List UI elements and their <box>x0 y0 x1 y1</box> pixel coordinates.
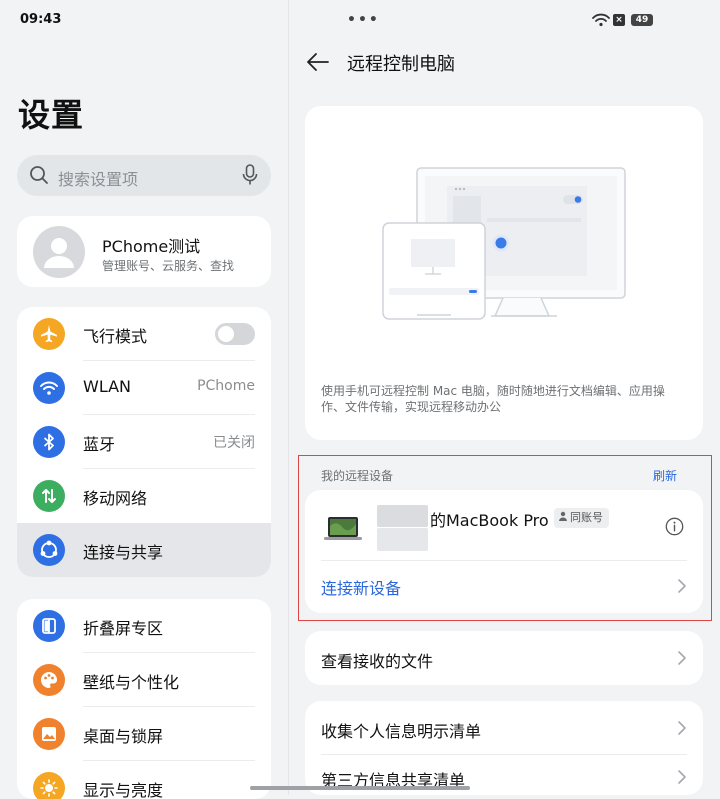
fold-icon <box>33 610 65 642</box>
mobile-network-label: 移动网络 <box>83 489 148 508</box>
bluetooth-label: 蓝牙 <box>83 435 116 454</box>
chevron-right-icon <box>677 720 687 740</box>
privacy-list-card: 收集个人信息明示清单 第三方信息共享清单 <box>305 701 703 795</box>
received-files-label: 查看接收的文件 <box>321 652 434 671</box>
back-arrow-icon <box>307 53 329 71</box>
section-label: 我的远程设备 <box>321 469 394 483</box>
fold-screen-label: 折叠屏专区 <box>83 619 164 638</box>
search-placeholder: 搜索设置项 <box>58 170 139 189</box>
wallpaper-label: 壁纸与个性化 <box>83 673 180 692</box>
search-input[interactable]: 搜索设置项 <box>17 155 271 196</box>
info-icon[interactable] <box>665 517 684 540</box>
sidebar-item-display-brightness[interactable]: 显示与亮度 <box>17 761 271 799</box>
home-indicator[interactable] <box>250 786 470 790</box>
detail-title: 远程控制电脑 <box>347 54 455 75</box>
received-files-row[interactable]: 查看接收的文件 <box>305 631 703 685</box>
bluetooth-icon <box>33 426 65 458</box>
redacted-name <box>377 505 428 527</box>
sidebar-item-mobile-network[interactable]: 移动网络 <box>17 469 271 523</box>
page-title: 设置 <box>18 96 85 134</box>
badge-label: 同账号 <box>570 511 603 524</box>
mobile-network-icon <box>33 480 65 512</box>
airplane-mode-toggle[interactable] <box>215 323 255 345</box>
sidebar-item-fold-screen[interactable]: 折叠屏专区 <box>17 599 271 653</box>
connection-sharing-label: 连接与共享 <box>83 543 164 562</box>
redacted-name <box>377 528 428 551</box>
airplane-mode-label: 飞行模式 <box>83 327 148 346</box>
person-icon <box>558 508 568 528</box>
wlan-value: PChome <box>197 378 255 394</box>
illustration-card: 使用手机可远程控制 Mac 电脑，随时随地进行文档编辑、应用操作、文件传输，实现… <box>305 106 703 440</box>
macbook-icon <box>323 516 363 546</box>
multiwindow-dots[interactable]: ••• <box>347 12 380 28</box>
wifi-status-icon <box>592 12 610 31</box>
refresh-link[interactable]: 刷新 <box>653 467 677 484</box>
wifi-icon <box>33 372 65 404</box>
battery-icon: 49 <box>631 14 653 26</box>
desktop-lockscreen-label: 桌面与锁屏 <box>83 727 164 746</box>
account-card[interactable]: PChome测试 管理账号、云服务、查找 <box>17 216 271 287</box>
device-name[interactable]: 的MacBook Pro <box>430 507 549 531</box>
sidebar-item-bluetooth[interactable]: 蓝牙 已关闭 <box>17 415 271 469</box>
search-icon <box>29 165 49 189</box>
feature-description: 使用手机可远程控制 Mac 电脑，随时随地进行文档编辑、应用操作、文件传输，实现… <box>321 384 665 414</box>
same-account-badge: 同账号 <box>554 508 609 528</box>
sidebar-item-wallpaper[interactable]: 壁纸与个性化 <box>17 653 271 707</box>
share-icon <box>33 534 65 566</box>
settings-group-display: 折叠屏专区 壁纸与个性化 桌面与锁屏 显示与亮度 <box>17 599 271 799</box>
display-brightness-label: 显示与亮度 <box>83 781 164 799</box>
settings-group-network: 飞行模式 WLAN PChome 蓝牙 已关闭 移动网络 连接与共享 <box>17 307 271 577</box>
sidebar-item-airplane-mode[interactable]: 飞行模式 <box>17 307 271 361</box>
device-card: 的MacBook Pro 同账号 连接新设备 <box>305 490 703 613</box>
airplane-icon <box>33 318 65 350</box>
bluetooth-value: 已关闭 <box>213 435 255 451</box>
sidebar-item-wlan[interactable]: WLAN PChome <box>17 361 271 415</box>
chevron-right-icon <box>677 769 687 789</box>
remote-control-illustration <box>382 167 626 320</box>
connect-new-device-button[interactable]: 连接新设备 <box>321 575 401 599</box>
chevron-right-icon <box>677 650 687 670</box>
status-time: 09:43 <box>20 12 62 27</box>
picture-icon <box>33 718 65 750</box>
no-sim-icon: × <box>613 14 625 26</box>
divider <box>321 754 687 755</box>
microphone-icon[interactable] <box>242 164 258 190</box>
palette-icon <box>33 664 65 696</box>
avatar <box>33 226 85 278</box>
divider <box>321 560 687 561</box>
account-subtitle: 管理账号、云服务、查找 <box>102 259 235 273</box>
personal-info-list[interactable]: 收集个人信息明示清单 <box>321 718 481 742</box>
account-name: PChome测试 <box>102 237 201 256</box>
chevron-right-icon <box>677 578 687 598</box>
wlan-label: WLAN <box>83 377 132 396</box>
sidebar-item-desktop-lockscreen[interactable]: 桌面与锁屏 <box>17 707 271 761</box>
settings-sidebar: 09:43 设置 搜索设置项 PChome测试 管理账号、云服务、查找 飞行模式 <box>0 0 288 799</box>
sidebar-item-connection-sharing[interactable]: 连接与共享 <box>17 523 271 577</box>
back-button[interactable] <box>305 50 331 74</box>
